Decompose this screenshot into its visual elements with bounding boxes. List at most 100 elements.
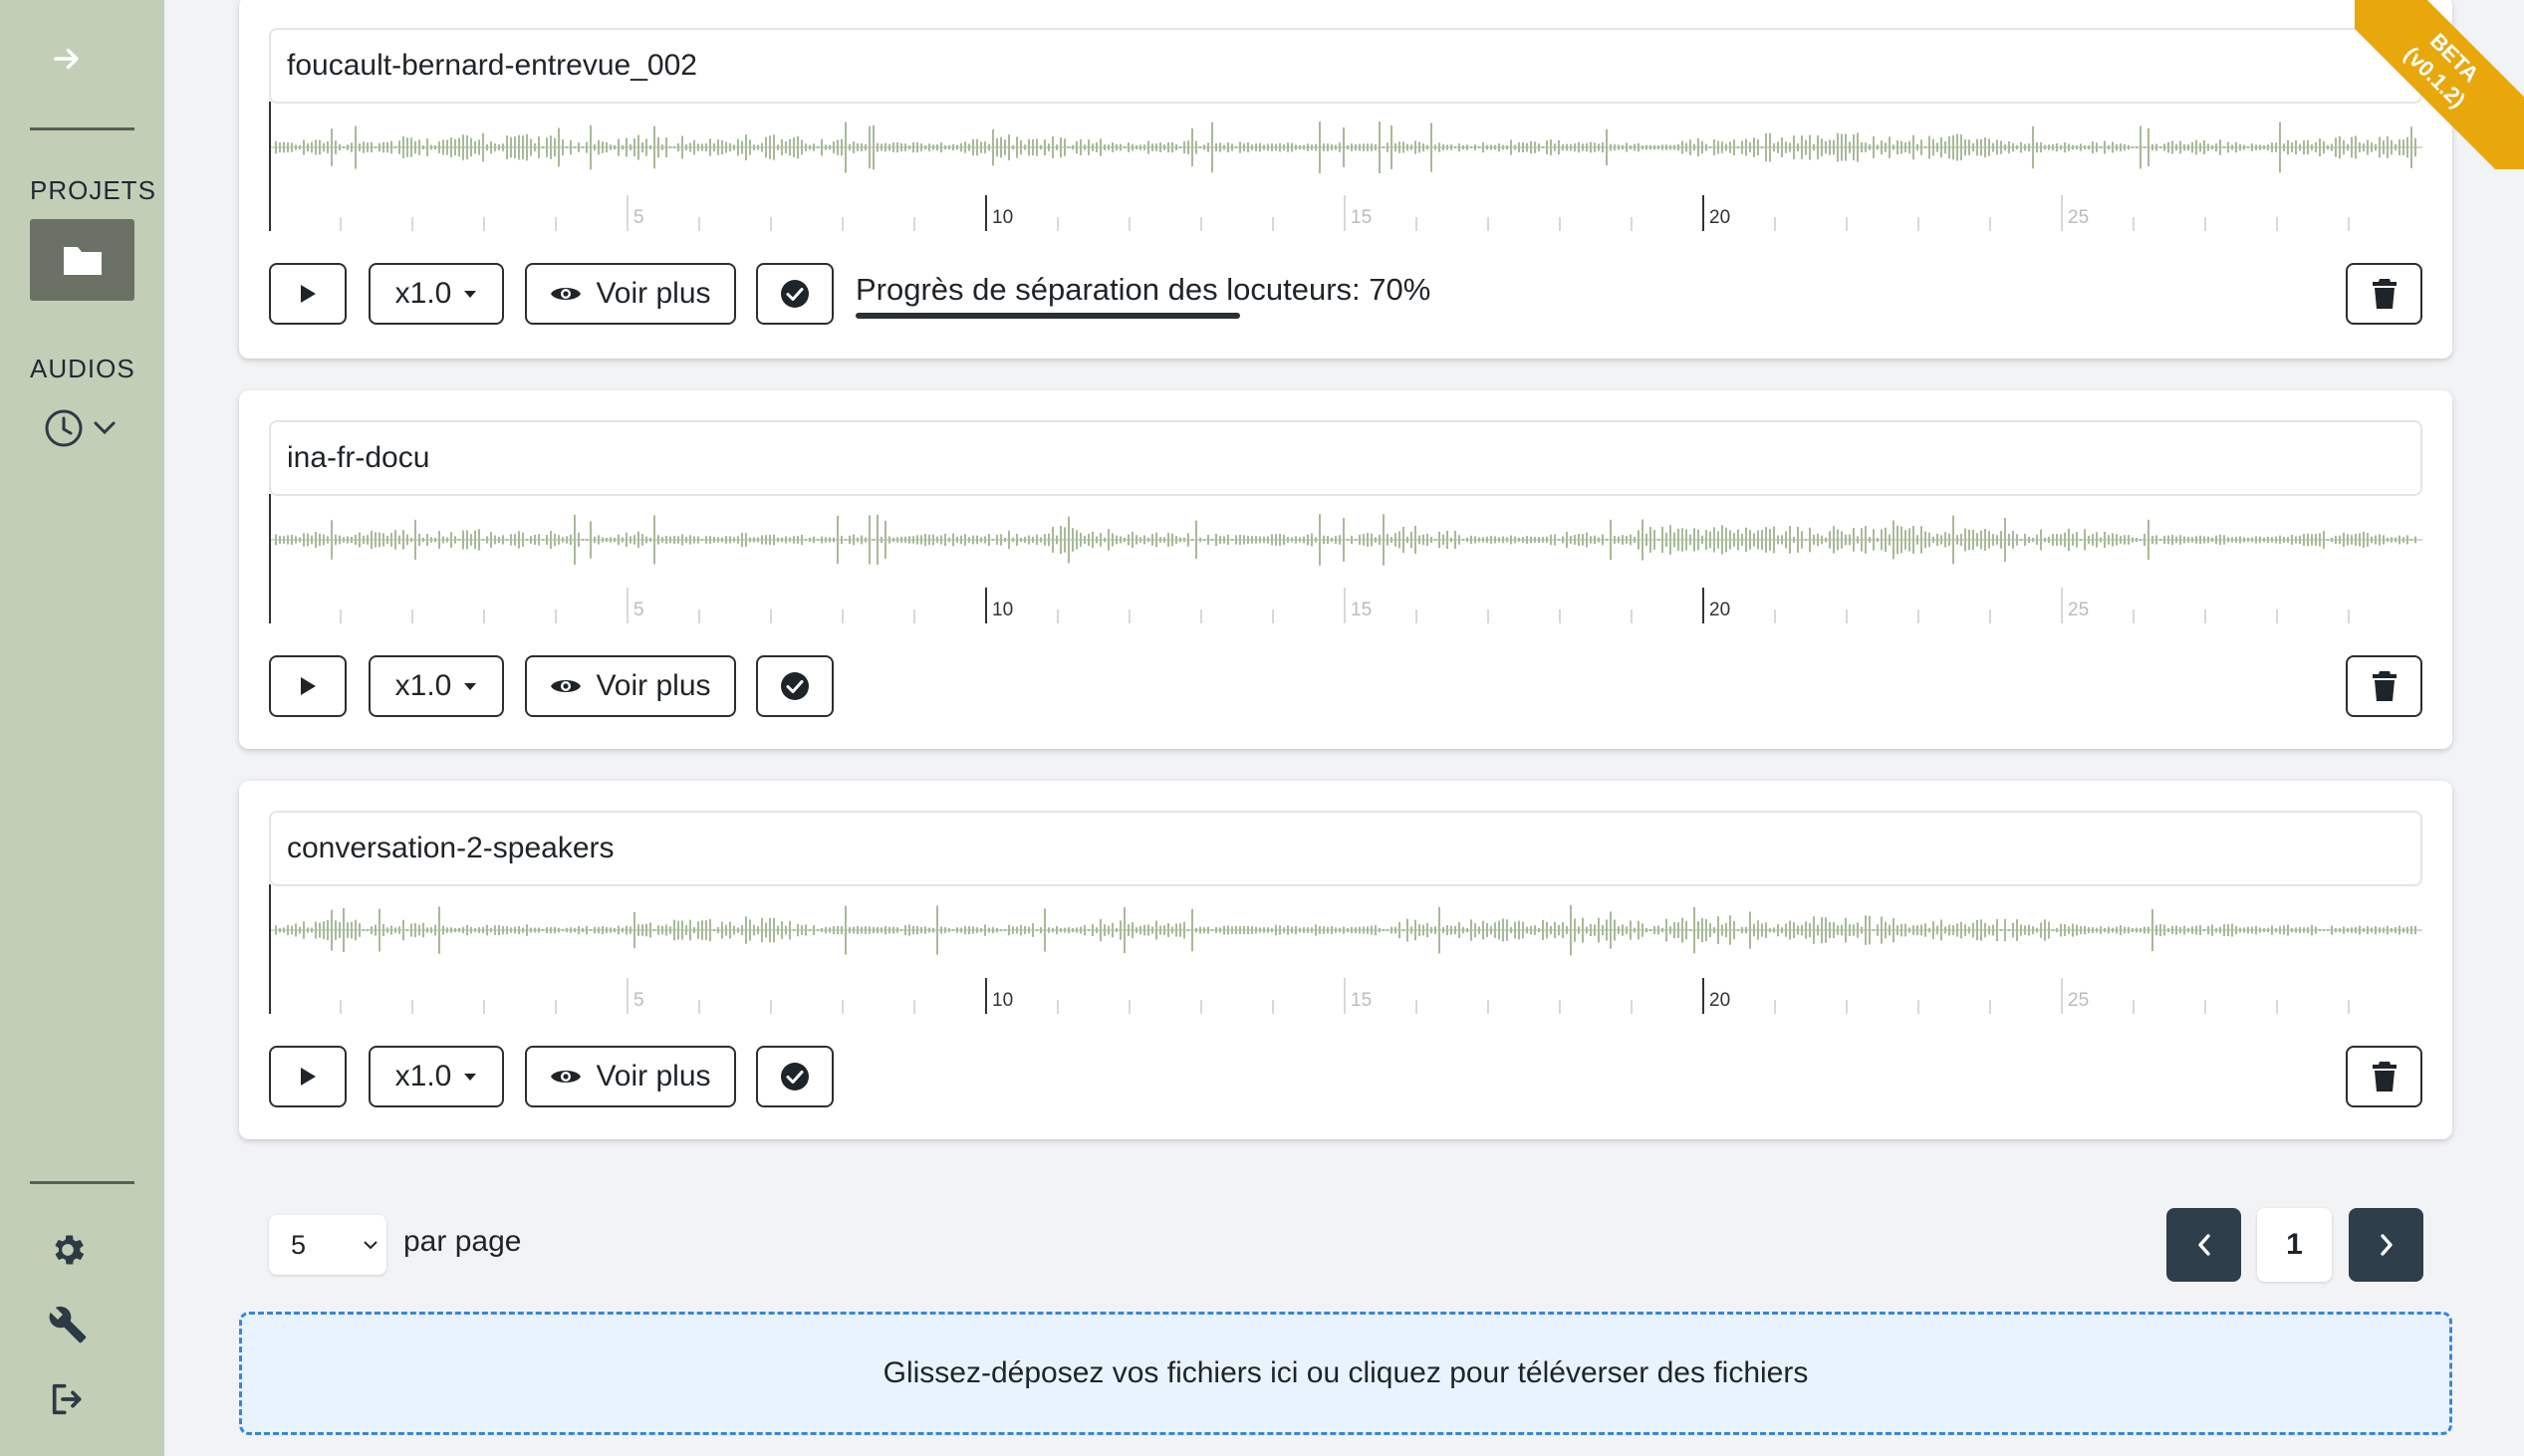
see-more-button[interactable]: Voir plus [525,1046,736,1107]
per-page-select[interactable]: 5 [269,1215,386,1275]
ruler-label: 20 [1709,990,1730,1011]
waveform-bar [793,137,795,157]
file-dropzone[interactable]: Glissez-déposez vos fichiers ici ou cliq… [239,1312,2452,1435]
waveform-bar [482,132,484,162]
waveform-bar [1641,144,1643,150]
waveform-bar [1375,537,1377,543]
validate-button[interactable] [756,1046,834,1107]
waveform-bar [1048,533,1050,547]
waveform-bar [805,143,807,151]
waveform-bar [538,927,540,933]
waveform-bar [1235,146,1237,148]
chevron-down-icon [94,421,116,435]
waveform-bar [1080,533,1082,547]
waveform-bar [1713,926,1715,934]
speed-dropdown[interactable]: x1.0 [369,263,504,325]
waveform-bar [1865,526,1867,554]
speed-dropdown[interactable]: x1.0 [369,1046,504,1107]
waveform-bar [1307,927,1309,933]
waveform-bar [382,533,384,547]
waveform[interactable]: 5 10 15 20 25 [269,494,2422,623]
delete-button[interactable] [2346,655,2422,717]
waveform-bar [1155,920,1157,940]
logout-button[interactable] [48,1379,88,1419]
waveform-bar [1833,526,1835,554]
tools-button[interactable] [48,1305,88,1344]
audio-title-field[interactable]: ina-fr-docu [269,420,2422,496]
waveform-bar [2199,535,2201,545]
waveform-bar [2275,536,2277,544]
play-button[interactable] [269,1046,347,1107]
waveform-bar [2251,143,2253,151]
waveform-bar [1263,927,1265,933]
waveform-bar [343,537,345,543]
waveform[interactable]: 5 10 15 20 25 [269,884,2422,1014]
waveform-bar [940,535,942,545]
waveform-bar [653,929,655,931]
waveform-bar [1311,144,1313,150]
waveform-bar [1988,925,1990,935]
audio-title-field[interactable]: foucault-bernard-entrevue_002 [269,28,2422,104]
waveform-bar [2012,922,2014,938]
waveform-bar [574,927,576,933]
waveform-bar [1466,144,1468,150]
waveform-bar [1363,926,1365,934]
waveform-bar [709,138,711,156]
validate-button[interactable] [756,263,834,325]
settings-button[interactable] [48,1230,88,1270]
waveform-bar [1136,144,1137,150]
see-more-button[interactable]: Voir plus [525,263,736,325]
waveform-bar [1992,534,1994,546]
delete-button[interactable] [2346,1046,2422,1107]
waveform-bar [2271,925,2273,935]
waveform-bar [570,927,572,933]
waveform-bar [1865,142,1867,152]
waveform-bar [1044,139,1046,155]
play-button[interactable] [269,263,347,325]
page-number-button[interactable]: 1 [2257,1208,2332,1282]
waveform-bar [797,536,799,544]
waveform-bar [2159,146,2161,148]
waveform-bar [434,537,436,543]
speed-dropdown[interactable]: x1.0 [369,655,504,717]
waveform-bar [1255,926,1257,934]
waveform-bar [1502,918,1504,942]
waveform-bar [936,905,938,955]
waveform-bar [371,141,373,153]
waveform-bar [1996,919,1998,941]
waveform-bar [1478,146,1480,148]
waveform-bar [442,536,444,544]
waveform-bar [1068,926,1070,934]
audio-title-field[interactable]: conversation-2-speakers [269,811,2422,886]
waveform-bar [944,144,946,150]
waveform-bar [1618,926,1620,934]
waveform-bar [777,537,779,543]
delete-button[interactable] [2346,263,2422,325]
waveform-bar [964,925,966,935]
validate-button[interactable] [756,655,834,717]
waveform-bar [570,139,572,155]
see-more-label: Voir plus [596,277,711,310]
play-button[interactable] [269,655,347,717]
waveform-bar [2279,926,2281,934]
waveform[interactable]: 5 10 15 20 25 [269,102,2422,231]
next-page-button[interactable] [2349,1208,2423,1282]
projects-button[interactable] [30,219,134,301]
waveform-bar [1243,143,1245,151]
waveform-bar [1602,924,1604,936]
waveform-bar [2183,925,2185,935]
previous-page-button[interactable] [2166,1208,2241,1282]
expand-sidebar-icon[interactable] [50,42,84,76]
waveform-bar [2347,927,2349,933]
waveform-bar [2391,927,2393,933]
waveform-bar [558,927,560,933]
waveform-bar [1928,927,1930,933]
waveform-bar [1267,927,1269,933]
see-more-button[interactable]: Voir plus [525,655,736,717]
waveform-bar [478,927,480,933]
waveform-bar [845,905,847,955]
waveform-bar [2331,537,2333,543]
waveform-bar [1482,920,1484,940]
waveform-bar [1446,144,1448,150]
recent-audios-toggle[interactable] [44,408,116,448]
